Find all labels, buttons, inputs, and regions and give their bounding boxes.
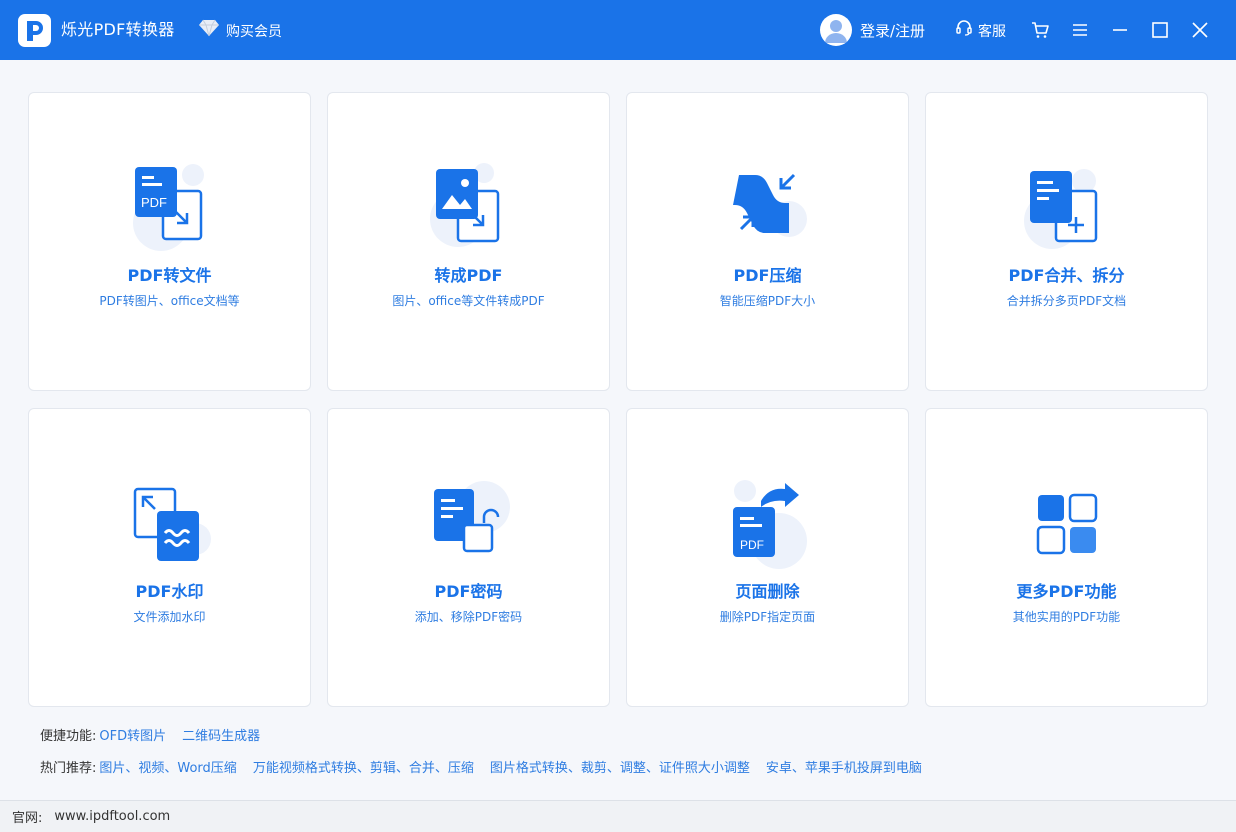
to-pdf-icon <box>422 161 516 255</box>
card-more-functions[interactable]: 更多PDF功能 其他实用的PDF功能 <box>925 408 1208 707</box>
card-pdf-watermark[interactable]: PDF水印 文件添加水印 <box>28 408 311 707</box>
card-pdf-compress[interactable]: PDF压缩 智能压缩PDF大小 <box>626 92 909 391</box>
footer-label: 官网: <box>12 811 43 826</box>
card-title: PDF转文件 <box>127 266 212 285</box>
page-delete-icon: PDF <box>721 477 815 571</box>
quick-link-qrcode-generator[interactable]: 二维码生成器 <box>182 727 260 747</box>
quick-functions: 便捷功能: OFD转图片 二维码生成器 <box>40 727 276 747</box>
card-page-delete[interactable]: PDF 页面删除 删除PDF指定页面 <box>626 408 909 707</box>
minimize-icon[interactable] <box>1109 19 1131 41</box>
card-title: PDF压缩 <box>733 266 802 285</box>
card-desc: 图片、office等文件转成PDF <box>392 294 545 308</box>
hot-link-compress[interactable]: 图片、视频、Word压缩 <box>99 759 236 779</box>
diamond-icon <box>198 19 220 44</box>
hot-link-image-convert[interactable]: 图片格式转换、裁剪、调整、证件照大小调整 <box>490 759 750 779</box>
card-title: PDF合并、拆分 <box>1008 266 1125 285</box>
hot-recommendations-label: 热门推荐: <box>40 761 97 776</box>
login-button[interactable]: 登录/注册 <box>820 14 925 46</box>
hot-link-video-convert[interactable]: 万能视频格式转换、剪辑、合并、压缩 <box>253 759 474 779</box>
website-link[interactable]: www.ipdftool.com <box>54 809 170 824</box>
card-to-pdf[interactable]: 转成PDF 图片、office等文件转成PDF <box>327 92 610 391</box>
menu-icon[interactable] <box>1069 19 1091 41</box>
cart-icon[interactable] <box>1029 19 1051 41</box>
svg-text:PDF: PDF <box>141 195 167 210</box>
headset-icon <box>955 19 973 44</box>
card-title: PDF密码 <box>434 582 503 601</box>
app-logo-icon <box>18 14 51 47</box>
avatar-icon <box>820 14 852 46</box>
pdf-merge-split-icon <box>1020 161 1114 255</box>
card-pdf-to-file[interactable]: PDF PDF转文件 PDF转图片、office文档等 <box>28 92 311 391</box>
card-desc: 其他实用的PDF功能 <box>1012 610 1121 624</box>
customer-service-button[interactable]: 客服 <box>955 19 1006 44</box>
app-title: 烁光PDF转换器 <box>61 20 175 39</box>
buy-vip-link[interactable]: 购买会员 <box>198 19 282 44</box>
card-title: PDF水印 <box>135 582 204 601</box>
pdf-compress-icon <box>721 161 815 255</box>
card-desc: 文件添加水印 <box>133 610 206 624</box>
card-desc: PDF转图片、office文档等 <box>99 294 240 308</box>
card-desc: 添加、移除PDF密码 <box>414 610 523 624</box>
card-desc: 删除PDF指定页面 <box>719 610 816 624</box>
pdf-watermark-icon <box>123 477 217 571</box>
card-pdf-merge-split[interactable]: PDF合并、拆分 合并拆分多页PDF文档 <box>925 92 1208 391</box>
hot-recommendations: 热门推荐: 图片、视频、Word压缩 万能视频格式转换、剪辑、合并、压缩 图片格… <box>40 759 938 779</box>
main-content: PDF PDF转文件 PDF转图片、office文档等 转成PDF 图片、off… <box>0 60 1236 800</box>
pdf-to-file-icon: PDF <box>123 161 217 255</box>
hot-link-screen-mirror[interactable]: 安卓、苹果手机投屏到电脑 <box>766 759 922 779</box>
footer: 官网: www.ipdftool.com <box>0 800 1236 832</box>
card-desc: 合并拆分多页PDF文档 <box>1006 294 1127 308</box>
svg-text:PDF: PDF <box>740 538 764 552</box>
buy-vip-label: 购买会员 <box>226 23 282 40</box>
card-title: 转成PDF <box>434 266 503 285</box>
card-title: 页面删除 <box>735 582 800 601</box>
card-title: 更多PDF功能 <box>1016 582 1117 601</box>
close-icon[interactable] <box>1189 19 1211 41</box>
login-label: 登录/注册 <box>860 21 926 40</box>
maximize-icon[interactable] <box>1149 19 1171 41</box>
title-bar: 烁光PDF转换器 购买会员 登录/注册 客服 <box>0 0 1236 60</box>
more-functions-icon <box>1020 477 1114 571</box>
pdf-password-icon <box>422 477 516 571</box>
service-label: 客服 <box>978 23 1006 40</box>
card-desc: 智能压缩PDF大小 <box>719 294 816 308</box>
quick-functions-label: 便捷功能: <box>40 729 97 744</box>
quick-link-ofd-to-image[interactable]: OFD转图片 <box>99 727 166 747</box>
card-pdf-password[interactable]: PDF密码 添加、移除PDF密码 <box>327 408 610 707</box>
